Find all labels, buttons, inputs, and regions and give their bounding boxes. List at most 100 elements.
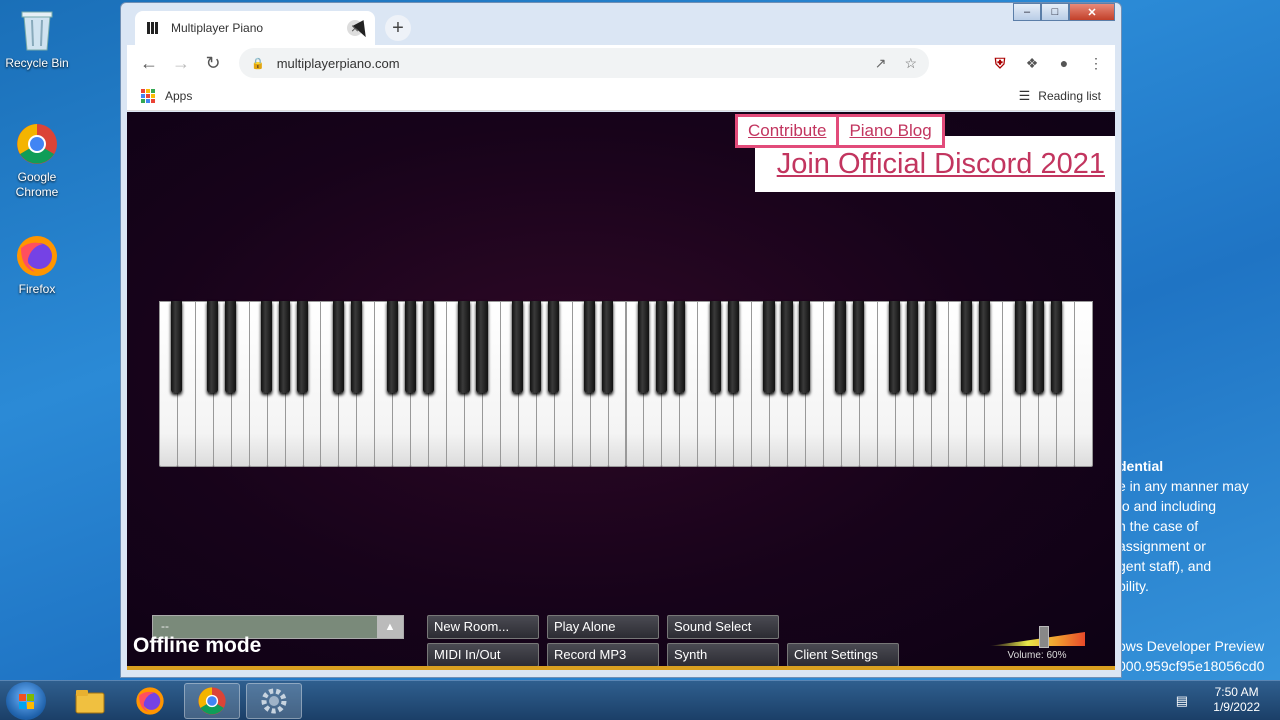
piano-blog-link[interactable]: Piano Blog	[836, 117, 941, 145]
taskbar-chrome[interactable]	[184, 683, 240, 719]
desktop-watermark: ows Developer Preview 000.959cf95e18056c…	[1118, 636, 1264, 676]
notice-line: dential	[1118, 458, 1164, 474]
black-key[interactable]	[835, 301, 847, 393]
profile-avatar-icon[interactable]: ●	[1053, 49, 1075, 77]
black-key[interactable]	[458, 301, 470, 393]
taskbar-explorer[interactable]	[62, 683, 118, 719]
black-key[interactable]	[476, 301, 488, 393]
tab-title: Multiplayer Piano	[171, 21, 264, 35]
notice-line: gent staff), and	[1118, 558, 1212, 574]
bookmark-star-icon[interactable]: ☆	[904, 55, 917, 72]
black-key[interactable]	[1050, 301, 1062, 393]
volume-slider-track[interactable]	[989, 632, 1085, 646]
black-key[interactable]	[279, 301, 291, 393]
new-room-button[interactable]: New Room...	[427, 615, 539, 639]
black-key[interactable]	[548, 301, 560, 393]
black-key[interactable]	[296, 301, 309, 393]
offline-mode-label: Offline mode	[133, 634, 262, 657]
desktop-icon-label: Firefox	[18, 282, 56, 296]
black-key[interactable]	[386, 301, 398, 393]
apps-grid-icon	[141, 88, 155, 103]
black-key[interactable]	[781, 301, 793, 393]
black-key[interactable]	[1014, 301, 1026, 393]
black-key[interactable]	[673, 301, 685, 393]
black-key[interactable]	[960, 301, 972, 393]
desktop-notice-text: dential e in any manner may to and inclu…	[1118, 456, 1280, 596]
address-bar[interactable]: 🔒 multiplayerpiano.com ↗ ☆	[239, 48, 929, 78]
black-key[interactable]	[171, 301, 183, 393]
synth-button[interactable]: Synth	[667, 643, 779, 667]
url-text: multiplayerpiano.com	[276, 55, 400, 71]
reading-list-button[interactable]: ☰ Reading list	[1019, 88, 1101, 104]
watermark-line: 000.959cf95e18056cd0	[1118, 658, 1265, 674]
black-key[interactable]	[799, 301, 811, 393]
clock[interactable]: 7:50 AM 1/9/2022	[1213, 685, 1260, 715]
desktop-icon-label: Recycle Bin	[5, 56, 69, 70]
record-mp3-button[interactable]: Record MP3	[547, 643, 659, 667]
forward-icon[interactable]: →	[165, 47, 197, 79]
black-key[interactable]	[422, 301, 434, 393]
desktop-icon-firefox[interactable]: Firefox	[1, 234, 73, 297]
ublock-shield-icon[interactable]: ⛨	[989, 49, 1011, 77]
desktop-icon-recycle-bin[interactable]: Recycle Bin	[1, 8, 73, 71]
black-key[interactable]	[853, 301, 865, 393]
piano-favicon-icon	[147, 22, 159, 34]
reload-icon[interactable]: ↻	[197, 47, 229, 79]
back-icon[interactable]: ←	[133, 47, 165, 79]
firefox-icon	[15, 234, 59, 278]
menu-kebab-icon[interactable]: ⋮	[1085, 49, 1107, 77]
extensions-puzzle-icon[interactable]: ❖	[1021, 49, 1043, 77]
black-key[interactable]	[584, 301, 596, 393]
black-key[interactable]	[332, 301, 344, 393]
black-key[interactable]	[225, 301, 237, 393]
desktop-icon-label-text: Google Chrome	[15, 170, 59, 199]
tab-multiplayer-piano[interactable]: Multiplayer Piano ×	[135, 11, 375, 45]
sound-select-button[interactable]: Sound Select	[667, 615, 779, 639]
tab-strip: Multiplayer Piano × +	[127, 11, 1115, 45]
black-key[interactable]	[512, 301, 524, 393]
white-key[interactable]	[1074, 301, 1093, 467]
volume-control[interactable]: Volume: 60%	[989, 626, 1085, 661]
lock-icon: 🔒	[251, 57, 265, 70]
black-key[interactable]	[907, 301, 919, 393]
folder-icon	[75, 690, 105, 714]
bookmarks-bar: Apps ☰ Reading list	[127, 81, 1115, 111]
black-key[interactable]	[655, 301, 667, 393]
black-key[interactable]	[1032, 301, 1044, 393]
taskbar-settings[interactable]	[246, 683, 302, 719]
clock-date: 1/9/2022	[1213, 700, 1260, 714]
contribute-link[interactable]: Contribute	[738, 117, 836, 145]
play-alone-button[interactable]: Play Alone	[547, 615, 659, 639]
taskbar-firefox[interactable]	[122, 683, 178, 719]
apps-bookmark[interactable]: Apps	[141, 88, 192, 103]
black-key[interactable]	[763, 301, 775, 393]
desktop-icon-google-chrome[interactable]: Google Chrome	[1, 122, 73, 200]
notice-line: n the case of	[1118, 518, 1199, 534]
black-key[interactable]	[207, 301, 219, 393]
recycle-bin-icon	[15, 8, 59, 52]
black-key[interactable]	[601, 301, 614, 393]
black-key[interactable]	[978, 301, 990, 393]
network-tray-icon[interactable]: ▤	[1176, 693, 1188, 709]
new-tab-button[interactable]: +	[385, 15, 411, 41]
black-key[interactable]	[637, 301, 649, 393]
black-key[interactable]	[261, 301, 273, 393]
client-settings-button[interactable]: Client Settings	[787, 643, 899, 667]
room-select-arrow-icon[interactable]: ▲	[377, 616, 403, 638]
black-key[interactable]	[350, 301, 362, 393]
black-key[interactable]	[889, 301, 901, 393]
midi-button[interactable]: MIDI In/Out	[427, 643, 539, 667]
black-key[interactable]	[709, 301, 721, 393]
reading-list-label: Reading list	[1038, 88, 1101, 103]
black-key[interactable]	[404, 301, 416, 393]
share-icon[interactable]: ↗	[875, 55, 887, 72]
piano-keyboard[interactable]	[159, 301, 1093, 467]
discord-link[interactable]: Join Official Discord 2021	[777, 148, 1105, 181]
extension-icons: ⛨ ❖ ● ⋮	[989, 49, 1107, 77]
volume-slider-knob[interactable]	[1038, 626, 1049, 648]
black-key[interactable]	[924, 301, 937, 393]
black-key[interactable]	[530, 301, 542, 393]
notice-line: to and including	[1118, 498, 1217, 514]
black-key[interactable]	[727, 301, 739, 393]
start-button[interactable]	[6, 682, 46, 720]
